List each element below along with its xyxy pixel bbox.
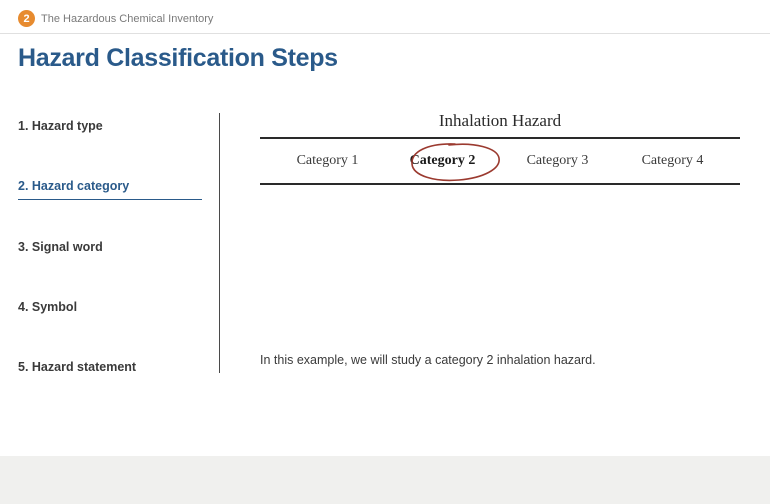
- category-1: Category 1: [270, 153, 385, 169]
- footer-bar: [0, 456, 770, 504]
- category-4: Category 4: [615, 153, 730, 169]
- step-4-symbol: 4. Symbol: [18, 294, 219, 320]
- hazard-table: Inhalation Hazard Category 1 Category 2 …: [260, 111, 740, 185]
- section-number-badge: 2: [18, 10, 35, 27]
- step-2-hazard-category: 2. Hazard category: [18, 173, 202, 200]
- breadcrumb: The Hazardous Chemical Inventory: [41, 13, 213, 25]
- category-3: Category 3: [500, 153, 615, 169]
- step-1-hazard-type: 1. Hazard type: [18, 113, 219, 139]
- page-title: Hazard Classification Steps: [0, 34, 770, 73]
- hazard-title: Inhalation Hazard: [260, 111, 740, 139]
- steps-column: 1. Hazard type 2. Hazard category 3. Sig…: [18, 113, 220, 373]
- content-area: 1. Hazard type 2. Hazard category 3. Sig…: [0, 73, 770, 113]
- category-row: Category 1 Category 2 Category 3 Categor…: [260, 139, 740, 185]
- category-2: Category 2: [385, 153, 500, 169]
- header-row: 2 The Hazardous Chemical Inventory: [0, 0, 770, 34]
- step-5-hazard-statement: 5. Hazard statement: [18, 354, 219, 380]
- caption-text: In this example, we will study a categor…: [260, 353, 596, 367]
- step-3-signal-word: 3. Signal word: [18, 234, 219, 260]
